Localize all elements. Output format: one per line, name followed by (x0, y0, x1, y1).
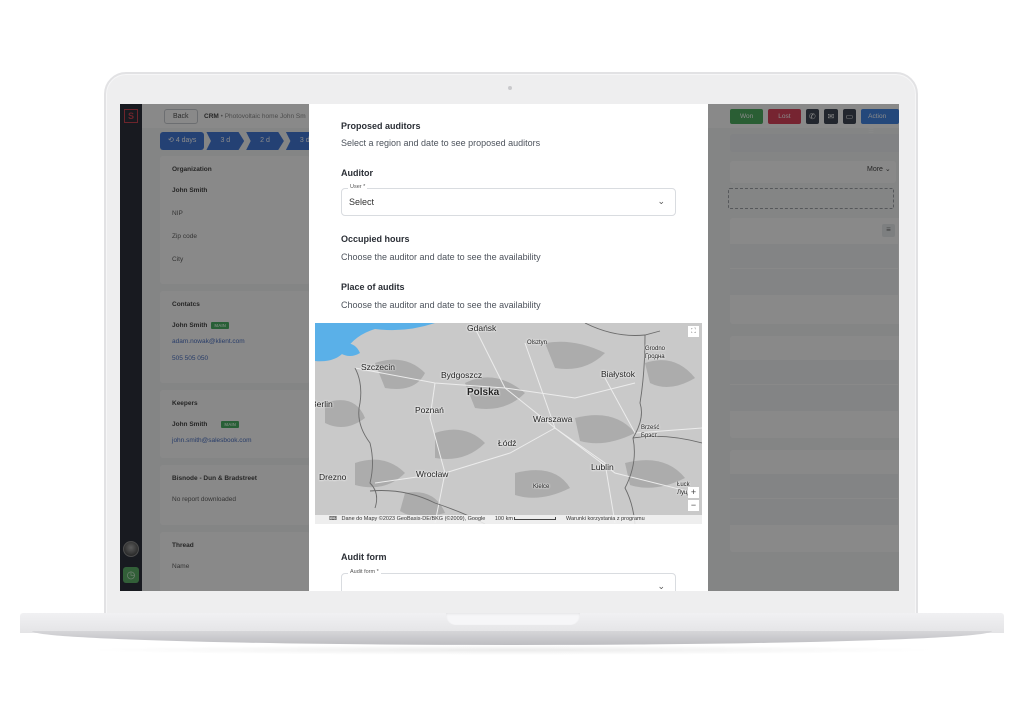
laptop-base-bottom (32, 631, 992, 645)
audit-form-select[interactable]: Audit form * ⌄ (341, 569, 676, 591)
map-label-olsztyn: Olsztyn (527, 340, 548, 346)
auditor-select-value: Select (349, 197, 375, 207)
map-attribution-bar: ⌨ Dane do Mapy ©2023 GeoBasis-DE/BKG (©2… (315, 515, 702, 524)
camera (508, 86, 512, 90)
map-scale-label: 100 km (494, 516, 513, 522)
map-label-brzesc-cyr: Брэст (641, 433, 658, 439)
map-label-grodno: Grodno (645, 346, 666, 352)
map-label-grodno-cyr: Гродна (645, 354, 665, 360)
map-label-luck-cyr: Луц (677, 490, 688, 496)
zoom-out-button[interactable]: − (688, 500, 699, 511)
auditor-select-label: User * (348, 184, 368, 190)
laptop-notch (446, 613, 580, 625)
map-label-kielce: Kielce (533, 484, 550, 490)
fullscreen-icon[interactable]: ⛶ (688, 326, 699, 337)
auditor-title: Auditor (341, 168, 373, 178)
auditor-select[interactable]: User * Select ⌄ (341, 184, 676, 216)
proposed-auditors-text: Select a region and date to see proposed… (341, 138, 541, 148)
occupied-hours-text: Choose the auditor and date to see the a… (341, 252, 541, 262)
map-scale: 100 km (495, 516, 557, 522)
zoom-in-button[interactable]: + (688, 487, 699, 498)
map-label-warszawa: Warszawa (533, 414, 573, 424)
map-label-gdansk: Gdańsk (467, 323, 497, 333)
map-label-szczecin: Szczecin (361, 362, 396, 372)
map-label-drezno: Drezno (319, 472, 347, 482)
map-label-berlin: Berlin (315, 399, 333, 409)
map-label-bydgoszcz: Bydgoszcz (441, 370, 483, 380)
place-of-audits-title: Place of audits (341, 282, 405, 292)
map-label-brzesc: Brześć (641, 425, 660, 431)
map-terrain (315, 323, 702, 524)
place-of-audits-text: Choose the auditor and date to see the a… (341, 300, 541, 310)
keyboard-icon[interactable]: ⌨ (329, 516, 337, 522)
screen: S ◷ Back CRM • Photovoltaic home John Sm… (120, 104, 899, 591)
map-label-bialystok: Białystok (601, 369, 636, 379)
map-label-lodz: Łódź (498, 438, 517, 448)
audit-form-select-label: Audit form * (348, 569, 381, 575)
map-terms-link[interactable]: Warunki korzystania z programu (566, 516, 645, 522)
audits-map[interactable]: Gdańsk Olsztyn Grodno Гродна Szczecin By… (315, 323, 702, 524)
audit-form-title: Audit form (341, 552, 387, 562)
audit-modal: Proposed auditors Select a region and da… (309, 104, 708, 591)
laptop-shadow (80, 645, 944, 655)
occupied-hours-title: Occupied hours (341, 234, 410, 244)
crm-app: S ◷ Back CRM • Photovoltaic home John Sm… (120, 104, 899, 591)
map-label-lublin: Lublin (591, 462, 614, 472)
map-label-poznan: Poznań (415, 405, 444, 415)
map-label-wroclaw: Wrocław (416, 469, 449, 479)
map-label-polska: Polska (467, 387, 500, 398)
chevron-down-icon: ⌄ (657, 196, 665, 206)
proposed-auditors-title: Proposed auditors (341, 121, 421, 131)
chevron-down-icon: ⌄ (657, 581, 665, 591)
map-attribution[interactable]: Dane do Mapy ©2023 GeoBasis-DE/BKG (©200… (341, 516, 485, 522)
